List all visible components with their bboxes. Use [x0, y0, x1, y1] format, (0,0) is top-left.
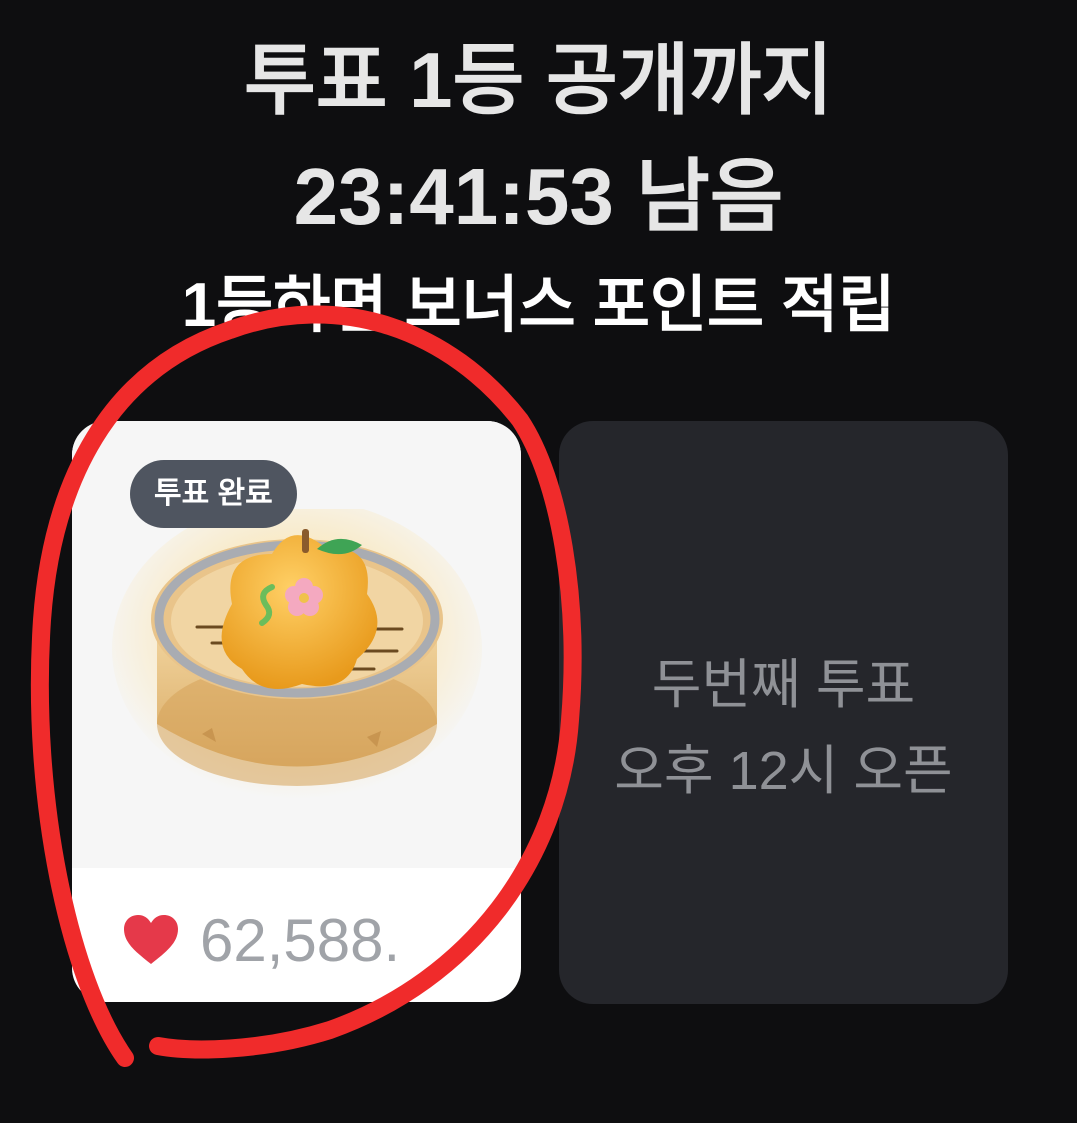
bonus-notice: 1등하면 보너스 포인트 적립 [181, 271, 896, 340]
countdown-title: 투표 1등 공개까지 [243, 36, 834, 124]
countdown-timer: 23:41:53 남음 [293, 152, 784, 241]
like-count: 62,588. [200, 906, 401, 974]
next-vote-open-time: 오후 12시 오픈 [614, 741, 953, 801]
vote-complete-badge: 투표 완료 [130, 460, 297, 528]
next-vote-card: 두번째 투표 오후 12시 오픈 [559, 421, 1008, 1004]
voted-item-card[interactable]: 투표 완료 62,588. [72, 421, 521, 1002]
steamed-bun-image [112, 509, 482, 799]
like-row: 62,588. [122, 905, 400, 975]
next-vote-title: 두번째 투표 [651, 655, 916, 715]
heart-icon [124, 915, 178, 964]
item-image: 투표 완료 [72, 421, 521, 868]
